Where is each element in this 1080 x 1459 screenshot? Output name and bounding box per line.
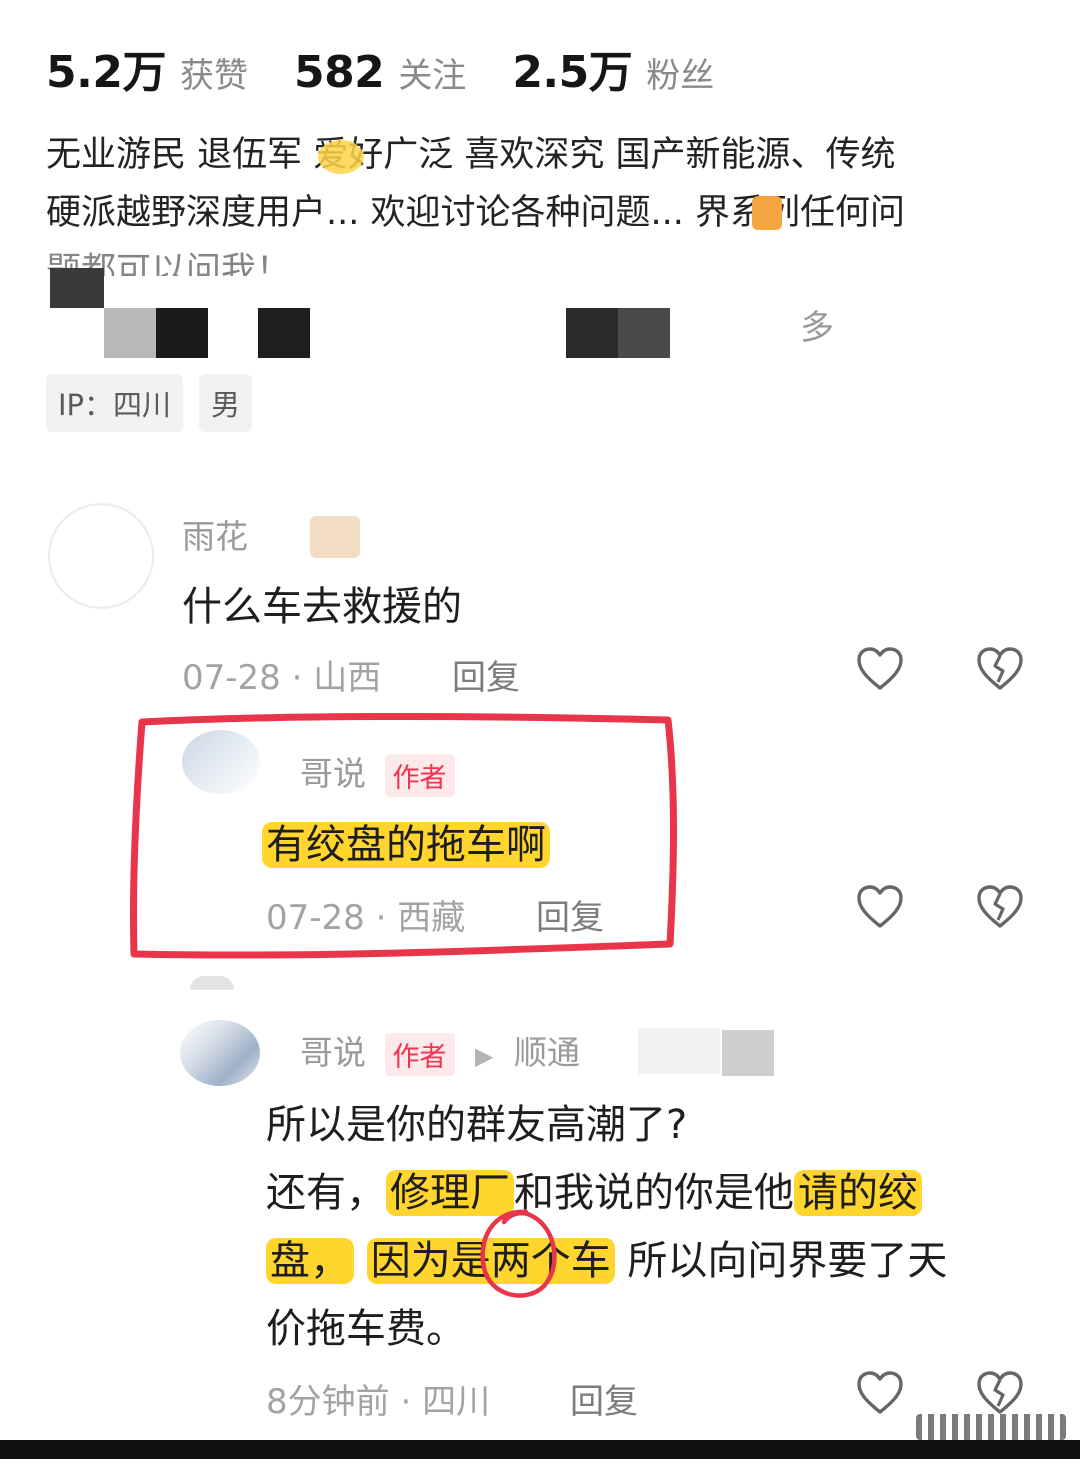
highlighted-text: 请的绞 [794, 1170, 922, 1216]
reply-button[interactable]: 回复 [570, 1374, 638, 1423]
pixelated-region [50, 268, 1050, 364]
highlighted-text: 盘， [266, 1238, 354, 1284]
comment-username[interactable]: 雨花 [182, 510, 248, 558]
censor-mosaic [638, 1028, 720, 1074]
comment-text-line: 还有， 修理厂 和我说的你是他 请的绞 [266, 1160, 922, 1218]
heart-icon[interactable] [856, 1370, 904, 1416]
avatar[interactable] [48, 503, 154, 609]
comment-text-line: 价拖车费。 [266, 1306, 466, 1352]
broken-heart-icon[interactable] [976, 1370, 1024, 1416]
stat-following[interactable]: 582 关注 [294, 47, 466, 98]
comment-text-line: 盘， 因为是两个车 所以向问界要了天 [266, 1228, 947, 1286]
stat-value: 2.5万 [512, 47, 633, 98]
meta-separator: · [400, 1382, 423, 1422]
profile-bio: 无业游民 退伍军 爱好广泛 喜欢深究 国产新能源、传统 硬派越野深度用户... … [46, 126, 1036, 276]
ip-location-tag: IP：四川 [46, 374, 184, 432]
avatar[interactable] [180, 1020, 260, 1086]
stat-likes[interactable]: 5.2万 获赞 [46, 36, 248, 100]
censor-mosaic [310, 516, 360, 558]
censor-mosaic [752, 196, 782, 230]
comment-meta: 8分钟前 · 四川 [266, 1374, 490, 1423]
comment-location: 四川 [422, 1382, 491, 1422]
bio-line: 无业游民 退伍军 爱好广泛 喜欢深究 国产新能源、传统 [46, 135, 896, 175]
bio-line: 硬派越野深度用户... 欢迎讨论各种问题... 界系列任何问 [46, 193, 906, 233]
text-segment [354, 1238, 367, 1284]
meta-separator: · [291, 658, 314, 698]
gender-tag: 男 [199, 374, 253, 432]
censor-mosaic [722, 1030, 774, 1076]
bottom-edge-bar [0, 1440, 1080, 1459]
stat-value: 582 [293, 47, 385, 98]
stat-label: 关注 [398, 56, 467, 96]
username-text: 哥说 [300, 1033, 366, 1072]
comment-date: 07-28 [182, 658, 281, 698]
broken-heart-icon[interactable] [976, 646, 1024, 692]
comment-text: 什么车去救援的 [182, 584, 462, 630]
stat-followers[interactable]: 2.5万 粉丝 [512, 36, 714, 100]
text-segment: 还有， [266, 1170, 386, 1216]
stat-value: 5.2万 [46, 47, 166, 98]
stat-label: 粉丝 [646, 56, 715, 96]
avatar [190, 976, 234, 990]
comment-location: 山西 [313, 658, 382, 698]
heart-icon[interactable] [856, 884, 904, 930]
author-badge: 作者 [384, 1033, 455, 1076]
comment-meta: 07-28 · 山西 [182, 650, 381, 699]
reply-target-username[interactable]: 顺通 [514, 1033, 580, 1072]
profile-stats: 5.2万 获赞 582 关注 2.5万 粉丝 [46, 36, 760, 100]
censor-mosaic [318, 140, 364, 174]
profile-tags: IP：四川 男 [46, 374, 268, 432]
comment-time: 8分钟前 [266, 1382, 390, 1422]
reply-button[interactable]: 回复 [452, 650, 520, 699]
comment-username[interactable]: 哥说 作者 ▶ 顺通 [300, 1026, 580, 1076]
watermark [916, 1414, 1066, 1440]
heart-icon[interactable] [856, 646, 904, 692]
red-box-annotation [129, 713, 677, 959]
comment-text-line: 所以是你的群友高潮了? [266, 1102, 688, 1148]
screenshot: 5.2万 获赞 582 关注 2.5万 粉丝 无业游民 退伍军 爱好广泛 喜欢深… [0, 0, 1080, 1459]
text-segment: 所以向问界要了天 [614, 1238, 948, 1284]
more-link[interactable]: 多 [800, 300, 834, 349]
play-arrow-icon: ▶ [475, 1042, 494, 1070]
red-circle-annotation [480, 1209, 557, 1298]
broken-heart-icon[interactable] [976, 884, 1024, 930]
stat-label: 获赞 [179, 56, 248, 96]
